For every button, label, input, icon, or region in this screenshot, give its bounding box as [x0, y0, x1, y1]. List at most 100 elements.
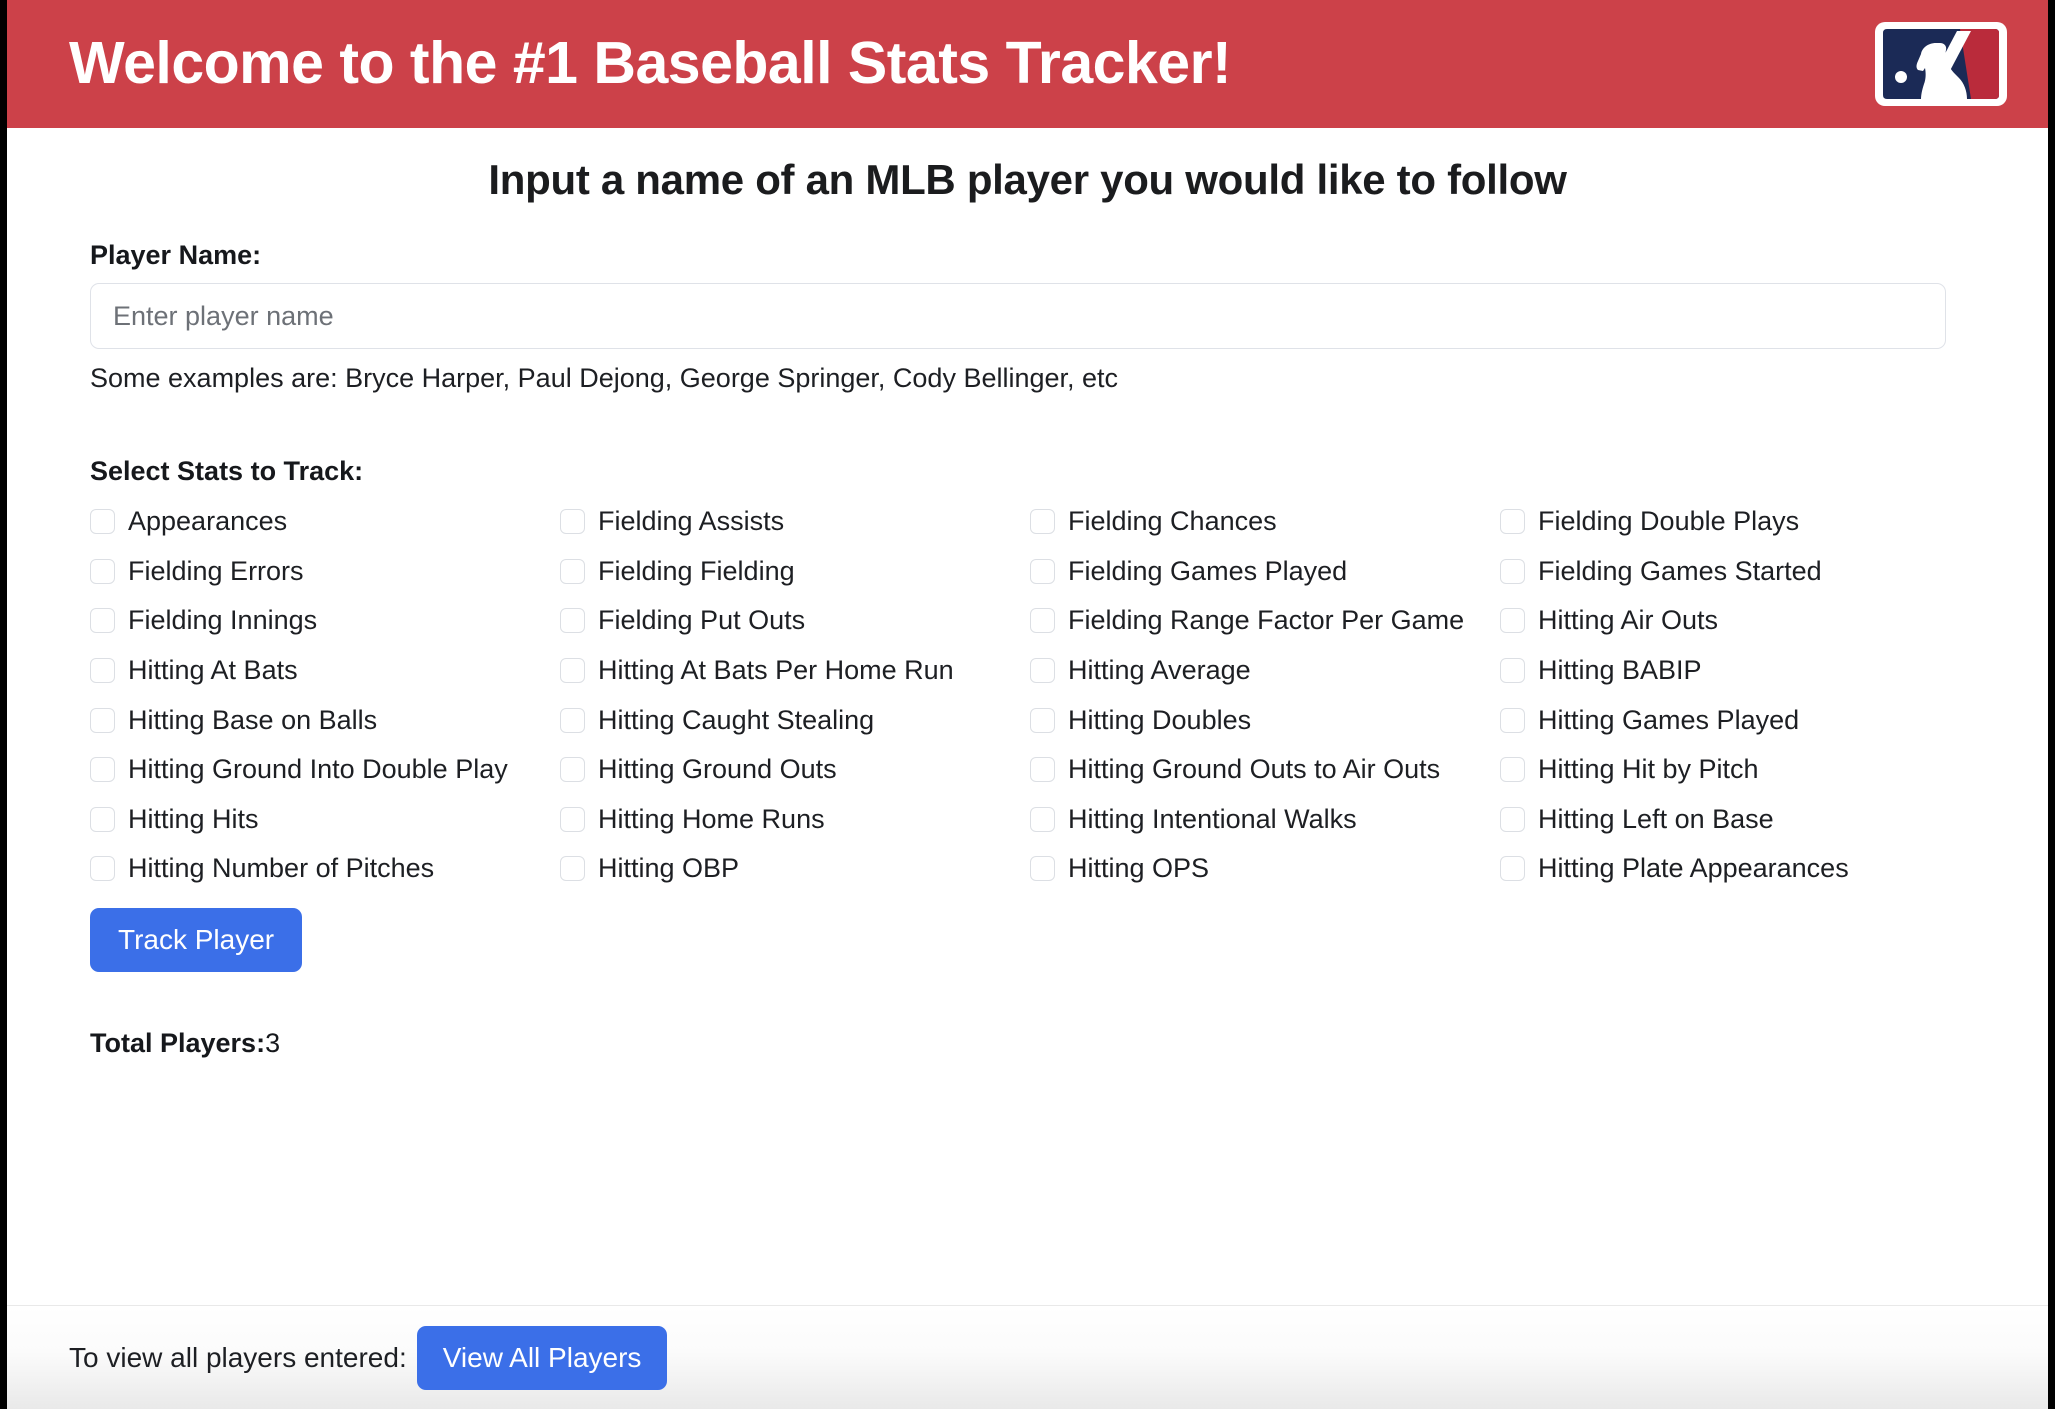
stat-checkbox-label: Fielding Put Outs [598, 605, 806, 636]
page-right-edge [2049, 0, 2055, 1409]
page-footer: To view all players entered: View All Pl… [7, 1305, 2048, 1409]
stat-checkbox-item[interactable]: Hitting Air Outs [1500, 596, 1970, 646]
stat-checkbox-label: Fielding Assists [598, 506, 785, 536]
player-name-label: Player Name: [90, 240, 262, 270]
stat-checkbox-item[interactable]: Fielding Put Outs [560, 596, 1030, 646]
checkbox-icon[interactable] [90, 608, 115, 634]
stat-checkbox-item[interactable]: Hitting At Bats Per Home Run [560, 646, 1030, 696]
checkbox-icon[interactable] [90, 757, 115, 783]
stat-checkbox-item[interactable]: Hitting At Bats [90, 646, 560, 696]
checkbox-icon[interactable] [1030, 657, 1055, 683]
stat-checkbox-label: Fielding Double Plays [1538, 506, 1800, 536]
stat-checkbox-item[interactable]: Hitting Number of Pitches [90, 844, 560, 894]
player-name-input[interactable] [90, 283, 1946, 349]
stat-checkbox-item[interactable]: Hitting Doubles [1030, 696, 1500, 746]
checkbox-icon[interactable] [560, 856, 585, 882]
checkbox-icon[interactable] [1030, 707, 1055, 733]
checkbox-icon[interactable] [560, 806, 585, 832]
checkbox-icon[interactable] [1500, 707, 1525, 733]
stat-checkbox-item[interactable]: Fielding Errors [90, 547, 560, 597]
checkbox-icon[interactable] [1030, 856, 1055, 882]
stat-checkbox-item[interactable]: Hitting Ground Outs to Air Outs [1030, 745, 1500, 795]
stat-checkbox-label: Hitting Base on Balls [128, 704, 378, 735]
stat-checkbox-label: Fielding Range Factor Per Game [1068, 605, 1465, 636]
checkbox-icon[interactable] [90, 806, 115, 832]
checkbox-icon[interactable] [1500, 608, 1525, 634]
checkbox-icon[interactable] [560, 657, 585, 683]
checkbox-icon[interactable] [1030, 558, 1055, 584]
stat-checkbox-item[interactable]: Hitting Home Runs [560, 795, 1030, 845]
stat-checkbox-item[interactable]: Hitting OPS [1030, 844, 1500, 894]
stat-checkbox-label: Hitting OBP [598, 853, 740, 884]
stat-checkbox-item[interactable]: Fielding Fielding [560, 547, 1030, 597]
stat-checkbox-label: Hitting Left on Base [1538, 803, 1774, 834]
stat-checkbox-item[interactable]: Hitting Average [1030, 646, 1500, 696]
stat-checkbox-item[interactable]: Hitting OBP [560, 844, 1030, 894]
stat-checkbox-label: Hitting At Bats Per Home Run [598, 654, 954, 685]
stat-checkbox-label: Hitting Games Played [1538, 704, 1800, 735]
stat-checkbox-item[interactable]: Hitting Ground Outs [560, 745, 1030, 795]
checkbox-icon[interactable] [1030, 509, 1055, 534]
stat-checkbox-item[interactable]: Hitting Ground Into Double Play [90, 745, 560, 795]
stat-checkbox-item[interactable]: Fielding Double Plays [1500, 497, 1970, 547]
checkbox-icon[interactable] [560, 757, 585, 783]
checkbox-icon[interactable] [1030, 608, 1055, 634]
stat-checkbox-item[interactable]: Fielding Assists [560, 497, 1030, 547]
mlb-logo-icon [1874, 21, 2008, 107]
stat-checkbox-item[interactable]: Hitting Base on Balls [90, 696, 560, 746]
stat-checkbox-label: Hitting BABIP [1538, 654, 1702, 685]
stat-checkbox-item[interactable]: Fielding Games Started [1500, 547, 1970, 597]
stat-checkbox-label: Fielding Errors [128, 555, 304, 586]
stat-checkbox-label: Hitting Hits [128, 803, 259, 834]
stat-checkbox-item[interactable]: Hitting BABIP [1500, 646, 1970, 696]
view-all-players-button[interactable]: View All Players [416, 1325, 668, 1390]
checkbox-icon[interactable] [560, 558, 585, 584]
checkbox-icon[interactable] [1030, 757, 1055, 783]
checkbox-icon[interactable] [560, 608, 585, 634]
stat-checkbox-item[interactable]: Fielding Games Played [1030, 547, 1500, 597]
stats-heading: Select Stats to Track: [90, 456, 364, 486]
checkbox-icon[interactable] [90, 558, 115, 584]
checkbox-icon[interactable] [1030, 806, 1055, 832]
stat-checkbox-label: Hitting Ground Into Double Play [128, 754, 508, 785]
checkbox-icon[interactable] [1500, 806, 1525, 832]
stat-checkbox-item[interactable]: Hitting Intentional Walks [1030, 795, 1500, 845]
stat-checkbox-label: Hitting Plate Appearances [1538, 853, 1849, 884]
stat-checkbox-item[interactable]: Hitting Hits [90, 795, 560, 845]
checkbox-icon[interactable] [1500, 657, 1525, 683]
checkbox-icon[interactable] [90, 856, 115, 882]
stat-checkbox-label: Hitting Average [1068, 654, 1251, 685]
stat-checkbox-item[interactable]: Fielding Chances [1030, 497, 1500, 547]
checkbox-icon[interactable] [90, 707, 115, 733]
stat-checkbox-item[interactable]: Hitting Games Played [1500, 696, 1970, 746]
examples-hint: Some examples are: Bryce Harper, Paul De… [90, 363, 1119, 393]
stat-checkbox-item[interactable]: Hitting Plate Appearances [1500, 844, 1970, 894]
stat-checkbox-item[interactable]: Appearances [90, 497, 560, 547]
stat-checkbox-label: Hitting Number of Pitches [128, 853, 435, 884]
stat-checkbox-label: Fielding Chances [1068, 506, 1277, 536]
stat-checkbox-label: Fielding Fielding [598, 555, 795, 586]
track-player-button[interactable]: Track Player [90, 908, 303, 972]
page-subtitle: Input a name of an MLB player you would … [488, 156, 1567, 203]
checkbox-icon[interactable] [560, 509, 585, 534]
stat-checkbox-label: Hitting Air Outs [1538, 605, 1719, 636]
total-players-label: Total Players: [90, 1028, 266, 1058]
checkbox-icon[interactable] [1500, 757, 1525, 783]
checkbox-icon[interactable] [90, 657, 115, 683]
stat-checkbox-item[interactable]: Fielding Range Factor Per Game [1030, 596, 1500, 646]
stat-checkbox-label: Hitting Doubles [1068, 704, 1252, 735]
checkbox-icon[interactable] [1500, 856, 1525, 882]
stat-checkbox-label: Hitting Ground Outs [598, 754, 837, 785]
stat-checkbox-label: Hitting Hit by Pitch [1538, 754, 1759, 785]
stat-checkbox-item[interactable]: Hitting Hit by Pitch [1500, 745, 1970, 795]
footer-text: To view all players entered: [69, 1341, 407, 1373]
checkbox-icon[interactable] [560, 707, 585, 733]
stat-checkbox-item[interactable]: Hitting Caught Stealing [560, 696, 1030, 746]
checkbox-icon[interactable] [1500, 558, 1525, 584]
stat-checkbox-label: Hitting OPS [1068, 853, 1210, 884]
stat-checkbox-item[interactable]: Fielding Innings [90, 596, 560, 646]
checkbox-icon[interactable] [1500, 509, 1525, 534]
browser-viewport: Welcome to the #1 Baseball Stats Tracker… [7, 0, 2048, 1409]
stat-checkbox-item[interactable]: Hitting Left on Base [1500, 795, 1970, 845]
checkbox-icon[interactable] [90, 509, 115, 534]
